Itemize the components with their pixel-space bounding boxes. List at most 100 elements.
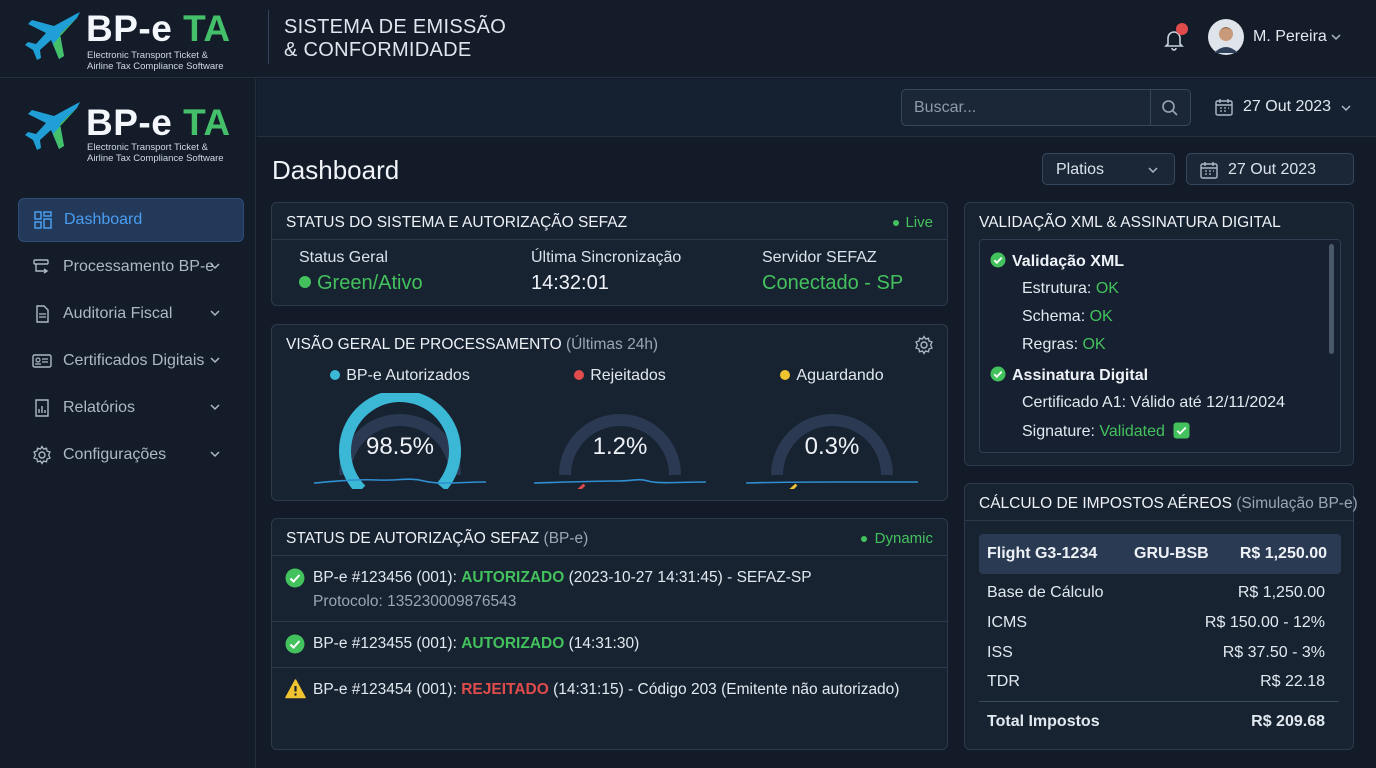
tax-label: ICMS [987,614,1027,631]
list-item[interactable]: BP-e #123454 (001): REJEITADO (14:31:15)… [272,668,947,713]
brand-subtitle-line2: Airline Tax Compliance Software [87,61,224,72]
gauge-pending: Aguardando 0.3% [740,367,924,491]
search-icon[interactable] [1161,99,1179,117]
xml-validation-panel: VALIDAÇÃO XML & ASSINATURA DIGITAL Valid… [964,202,1354,466]
check-regras: Regras: OK [1022,336,1106,354]
app-title-line1: SISTEMA DE EMISSÃO [284,16,507,38]
signature-title: Assinatura Digital [1012,367,1149,384]
processing-panel: VISÃO GERAL DE PROCESSAMENTO (Últimas 24… [271,324,948,501]
toolbar-date-picker[interactable]: 27 Out 2023 [1214,94,1354,120]
id-card-icon [32,354,52,368]
panel-title-suffix: (BP-e) [543,530,589,547]
settings-gear-icon[interactable] [914,335,934,355]
status-value: Green/Ativo [317,272,423,294]
check-estrutura: Estrutura: OK [1022,280,1119,298]
header-divider [268,10,269,64]
tax-value: R$ 150.00 - 12% [1204,614,1325,631]
airplane-logo-icon [25,12,80,60]
sidebar-item-relatorios[interactable]: Relatórios [18,386,244,430]
gauge-label: Rejeitados [590,367,666,384]
item-ticket: BP-e #123456 (001): [313,569,462,586]
calendar-icon [1200,162,1218,179]
live-dot-icon [893,220,900,227]
status-label: Servidor SEFAZ [762,249,877,266]
panel-title: STATUS DO SISTEMA E AUTORIZAÇÃO SEFAZ [286,214,628,231]
processing-flow-icon [33,259,49,274]
list-item[interactable]: BP-e #123455 (001): AUTORIZADO (14:31:30… [272,622,947,667]
page-date-picker[interactable]: 27 Out 2023 [1186,153,1354,185]
chevron-down-icon [210,451,220,458]
check-value: OK [1095,280,1119,297]
toolbar-date-value: 27 Out 2023 [1243,98,1332,115]
user-menu[interactable]: M. Pereira [1208,18,1348,56]
check-circle-icon [285,568,305,588]
panel-title-suffix: (Simulação BP-e) [1236,495,1358,512]
sidebar-item-label: Relatórios [63,399,136,416]
item-ticket: BP-e #123454 (001): [313,681,462,698]
chevron-down-icon [1331,34,1341,41]
filter-select-value: Platios [1056,161,1105,178]
gauge-value-arc [577,483,586,489]
tax-label: ISS [987,644,1013,661]
sidebar-item-processamento[interactable]: Processamento BP-e [18,245,244,289]
signature-label: Signature: [1022,423,1100,440]
chevron-down-icon [210,263,220,270]
tax-row-iss: ISS R$ 37.50 - 3% [987,644,1325,662]
sidebar-item-certificados[interactable]: Certificados Digitais [18,339,244,383]
avatar [1208,19,1244,55]
validation-section: Validação XML [990,252,1124,271]
signature-status: Signature: Validated [1022,422,1190,441]
system-status-panel: STATUS DO SISTEMA E AUTORIZAÇÃO SEFAZ Li… [271,202,948,306]
dashboard-grid-icon [34,211,52,229]
check-square-icon [1173,422,1190,439]
page-title: Dashboard [272,155,400,185]
live-badge: Live [893,214,933,231]
chevron-down-icon [210,357,220,364]
status-geral: Status Geral Green/Ativo [299,249,423,295]
tax-label: TDR [987,673,1020,690]
status-dot-icon [299,276,311,288]
tax-row-icms: ICMS R$ 150.00 - 12% [987,614,1325,632]
tax-value: R$ 37.50 - 3% [1222,644,1325,661]
chevron-down-icon [1148,167,1158,174]
check-circle-icon [990,366,1006,382]
brand-logo-sidebar[interactable]: BP-e TA Electronic Transport Ticket & Ai… [24,100,244,164]
last-sync: Última Sincronização 14:32:01 [531,249,681,295]
brand-name: BP-e [86,102,184,143]
total-value: R$ 209.68 [1251,713,1325,730]
sidebar-item-label: Dashboard [64,211,143,228]
validation-title: Validação XML [1012,253,1125,270]
live-dot-icon [860,536,867,543]
tax-value: R$ 1,250.00 [1237,584,1325,601]
panel-title: CÁLCULO DE IMPOSTOS AÉREOS [979,495,1232,512]
flight-route: GRU-BSB [1134,545,1209,562]
gauge-value-arc [789,483,798,489]
sidebar-item-configuracoes[interactable]: Configurações [18,433,244,477]
flight-summary-row[interactable]: Flight G3-1234 GRU-BSB R$ 1,250.00 [979,534,1341,574]
gauge-sparkline [745,481,918,484]
scrollbar[interactable] [1329,244,1334,354]
sidebar-item-auditoria[interactable]: Auditoria Fiscal [18,292,244,336]
check-circle-icon [990,252,1006,268]
report-chart-icon [35,399,49,417]
status-value: Conectado - SP [762,272,904,294]
panel-title: VALIDAÇÃO XML & ASSINATURA DIGITAL [979,214,1281,231]
sidebar-item-dashboard[interactable]: Dashboard [18,198,244,242]
filter-select[interactable]: Platios [1042,153,1175,185]
item-details: (14:31:30) [564,635,640,652]
tax-row-total: Total Impostos R$ 209.68 [987,713,1325,731]
list-item[interactable]: BP-e #123456 (001): AUTORIZADO (2023-10-… [272,556,947,621]
legend-dot-icon [330,370,341,380]
authorization-panel: STATUS DE AUTORIZAÇÃO SEFAZ (BP-e) Dynam… [271,518,948,750]
brand-subtitle-line1: Electronic Transport Ticket & [87,50,208,61]
check-schema: Schema: OK [1022,308,1113,326]
brand-logo-header[interactable]: BP-e TA Electronic Transport Ticket & Ai… [24,8,244,72]
user-name: M. Pereira [1253,28,1327,45]
signature-value: Validated [1099,423,1165,440]
notifications-button[interactable] [1162,23,1190,52]
gauge-label: Aguardando [796,367,884,384]
search-input[interactable] [903,91,1149,124]
check-label: Schema: [1022,308,1090,325]
signature-section: Assinatura Digital [990,366,1148,385]
search-box[interactable] [901,89,1191,126]
